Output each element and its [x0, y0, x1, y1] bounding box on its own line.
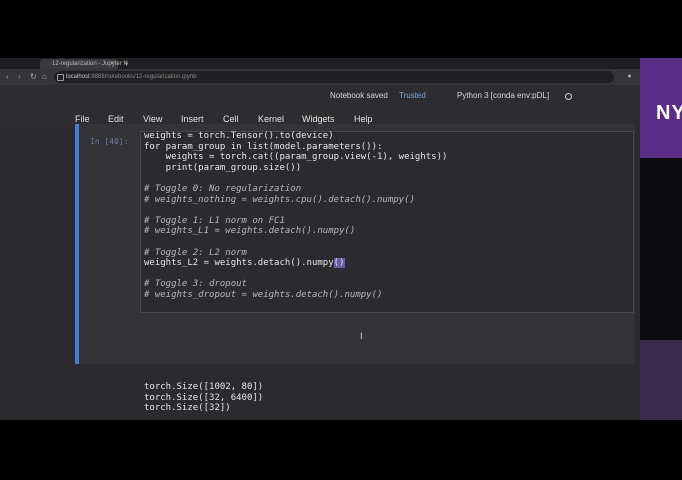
code-line[interactable]	[144, 269, 447, 280]
code-line[interactable]	[144, 205, 447, 216]
code-line[interactable]	[144, 173, 447, 184]
url-input[interactable]: localhost:8888/notebooks/12-regularizati…	[54, 71, 614, 83]
code-lines[interactable]: weights = torch.Tensor().to(device) for p…	[144, 131, 447, 301]
notebook-status: Notebook saved	[330, 91, 388, 100]
forward-icon[interactable]: ›	[18, 69, 21, 85]
code-line[interactable]: # Toggle 0: No regularization	[144, 184, 447, 195]
selection-highlight: ()	[333, 258, 345, 269]
kernel-status-icon	[565, 93, 572, 100]
address-bar: ‹ › ↻ ⌂ localhost:8888/notebooks/12-regu…	[0, 69, 682, 85]
code-line[interactable]: for param_group in list(model.parameters…	[144, 142, 447, 153]
trusted-badge[interactable]: Trusted	[399, 91, 426, 100]
code-line[interactable]: # weights_nothing = weights.cpu().detach…	[144, 195, 447, 206]
code-line[interactable]: # weights_dropout = weights.detach().num…	[144, 290, 447, 301]
code-line[interactable]: # Toggle 1: L1 norm on FC1	[144, 216, 447, 227]
reload-icon[interactable]: ↻	[30, 69, 37, 85]
tab-title: 12-regularization - Jupyter N	[52, 61, 128, 67]
cell-output: torch.Size([1002, 80]) torch.Size([32, 64…	[144, 382, 263, 414]
back-icon[interactable]: ‹	[6, 69, 9, 85]
sidebar-lower	[640, 340, 682, 420]
home-icon[interactable]: ⌂	[42, 69, 47, 85]
code-line[interactable]: # weights_L1 = weights.detach().numpy()	[144, 226, 447, 237]
output-line: torch.Size([32, 6400])	[144, 392, 264, 403]
code-line[interactable]: # Toggle 3: dropout	[144, 279, 447, 290]
browser-tab-bar: 12-regularization - Jupyter N × +	[0, 58, 682, 74]
code-line[interactable]: # Toggle 2: L2 norm	[144, 248, 447, 259]
tab-close-icon[interactable]: ×	[110, 59, 114, 69]
url-text: localhost:8888/notebooks/12-regularizati…	[66, 71, 196, 83]
code-line[interactable]	[144, 237, 447, 248]
code-line[interactable]: weights = torch.Tensor().to(device)	[144, 131, 447, 142]
url-host: localhost	[66, 74, 90, 80]
new-tab-icon[interactable]: +	[124, 58, 129, 69]
code-line[interactable]: print(param_group.size())	[144, 163, 447, 174]
cell-prompt: In [40]:	[90, 137, 129, 146]
cell-selection-bar	[75, 124, 79, 364]
nyu-logo: NYU	[656, 102, 682, 124]
output-line: torch.Size([1002, 80])	[144, 382, 264, 392]
code-line[interactable]: weights = torch.cat((param_group.view(-1…	[144, 152, 448, 163]
browser-tab[interactable]: 12-regularization - Jupyter N ×	[40, 59, 128, 69]
text-cursor-icon: I	[360, 331, 363, 341]
presenter-video	[640, 158, 682, 340]
code-line[interactable]: weights_L2 = weights.detach().numpy()	[144, 258, 447, 269]
info-icon[interactable]	[57, 74, 64, 81]
kernel-name[interactable]: Python 3 [conda env:pDL]	[457, 91, 549, 100]
url-path: :8888/notebooks/12-regularization.ipynb	[89, 74, 197, 80]
jupyter-header: Notebook saved Trusted Python 3 [conda e…	[0, 85, 640, 127]
output-line: torch.Size([32])	[144, 403, 231, 414]
